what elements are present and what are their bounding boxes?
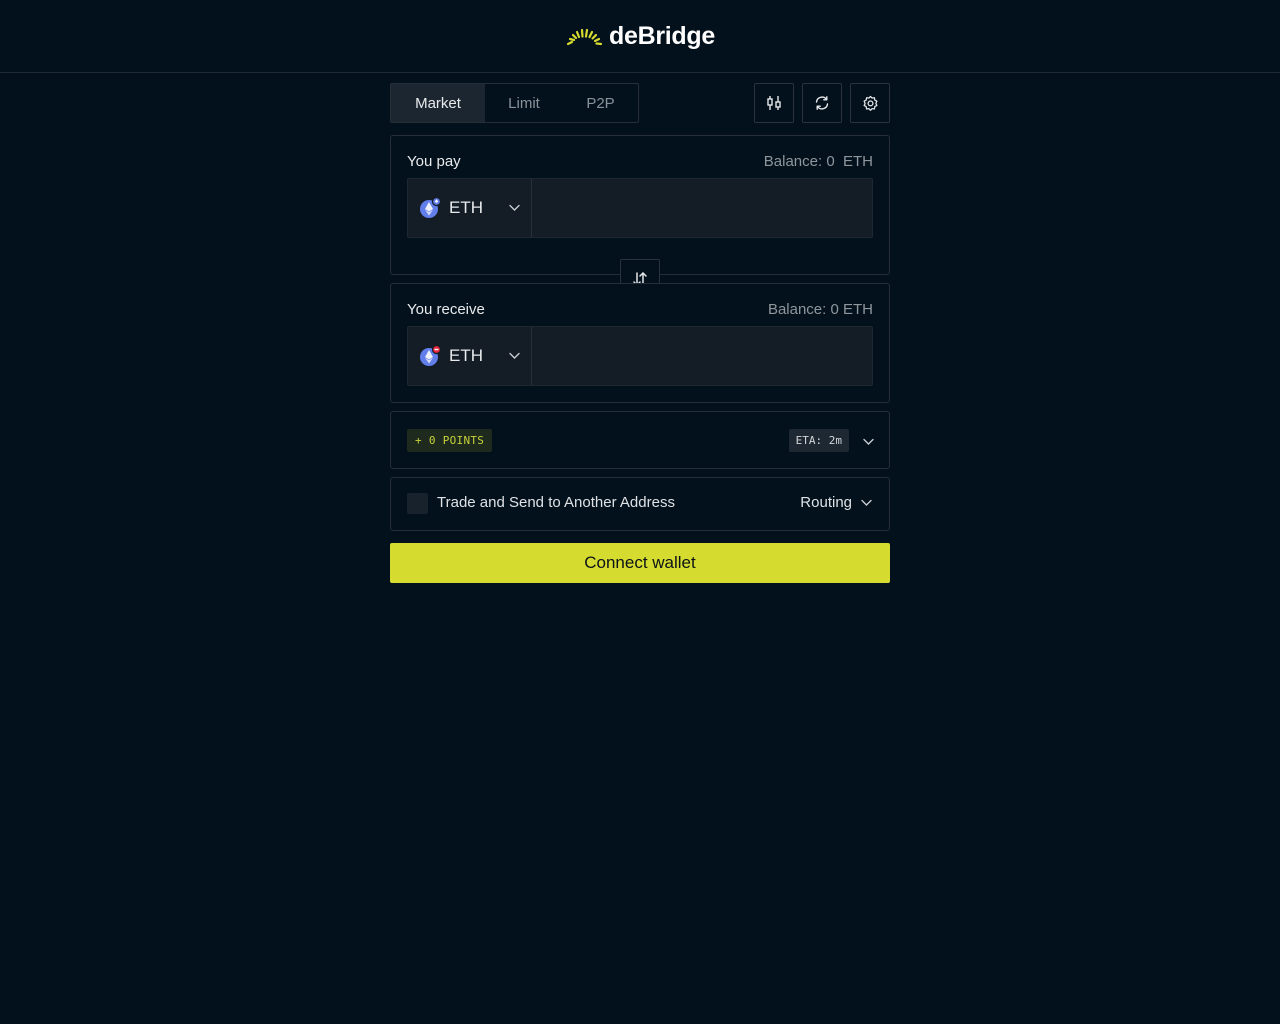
chevron-down-icon <box>509 352 520 359</box>
chevron-down-icon <box>509 204 520 211</box>
debridge-logo-icon <box>566 28 602 46</box>
pay-amount-input[interactable] <box>532 179 872 237</box>
refresh-button[interactable] <box>802 83 842 123</box>
tab-market[interactable]: Market <box>391 84 485 122</box>
chart-candles-icon <box>767 96 781 110</box>
connect-wallet-button[interactable]: Connect wallet <box>390 543 890 583</box>
receive-token-symbol: ETH <box>449 346 483 365</box>
pay-token-selector[interactable]: ETH <box>408 179 532 237</box>
receive-token-selector[interactable]: ETH <box>408 327 532 385</box>
pay-token-symbol: ETH <box>449 198 483 217</box>
brand-name: deBridge <box>609 21 715 50</box>
quote-info-panel: + 0 POINTS ETA: 2m <box>390 411 890 469</box>
pay-balance: Balance: 0 ETH <box>763 153 873 170</box>
receive-amount-input[interactable] <box>532 327 872 385</box>
settings-icon <box>862 95 878 111</box>
send-to-address-checkbox[interactable] <box>407 493 428 514</box>
trade-options-panel: Trade and Send to Another Address Routin… <box>390 477 890 531</box>
top-header: deBridge <box>0 0 1280 73</box>
tab-limit[interactable]: Limit <box>485 84 563 122</box>
routing-toggle[interactable]: Routing <box>800 494 873 511</box>
points-badge: + 0 POINTS <box>407 429 493 452</box>
settings-button[interactable] <box>850 83 890 123</box>
eta-badge: ETA: 2m <box>788 429 849 452</box>
tab-p2p[interactable]: P2P <box>563 84 638 122</box>
pay-panel: You pay Balance: 0 ETH ETH <box>390 135 890 275</box>
receive-label: You receive <box>407 301 485 318</box>
chart-button[interactable] <box>754 83 794 123</box>
eth-token-icon <box>420 197 441 218</box>
receive-token-row: ETH <box>407 326 873 386</box>
chevron-down-icon[interactable] <box>862 435 875 448</box>
eth-token-icon <box>420 345 441 366</box>
routing-label: Routing <box>800 494 852 511</box>
brand-logo[interactable]: deBridge <box>566 20 715 52</box>
refresh-icon <box>815 96 829 110</box>
pay-token-row: ETH <box>407 178 873 238</box>
pay-label: You pay <box>407 153 461 170</box>
receive-balance: Balance: 0 ETH <box>767 301 873 318</box>
receive-panel: You receive Balance: 0 ETH ETH <box>390 283 890 403</box>
chevron-down-icon <box>861 499 872 506</box>
send-to-address-label[interactable]: Trade and Send to Another Address <box>437 494 675 511</box>
trade-mode-tabs: Market Limit P2P <box>390 83 639 123</box>
